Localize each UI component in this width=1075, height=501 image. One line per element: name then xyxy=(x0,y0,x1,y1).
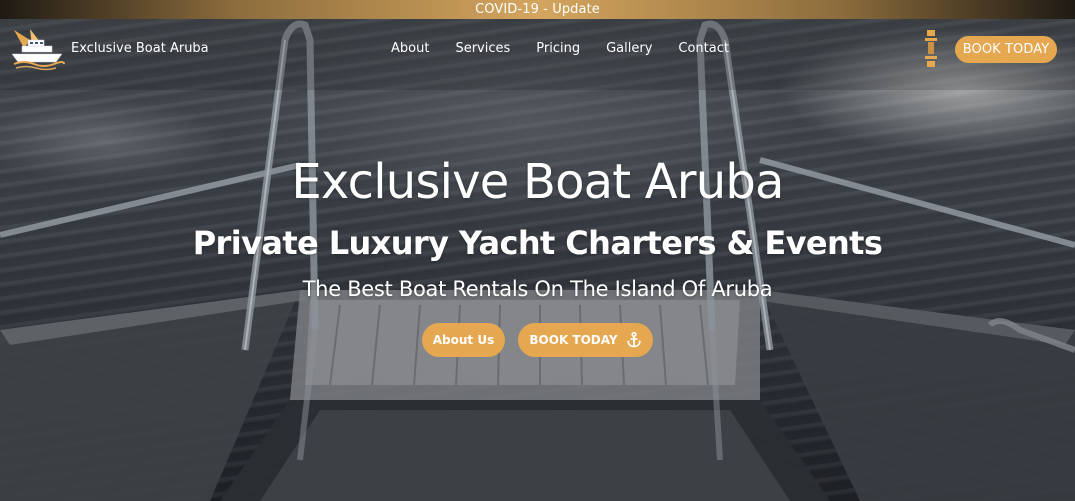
phone-icon[interactable] xyxy=(924,30,938,68)
hero-subtitle: Private Luxury Yacht Charters & Events xyxy=(192,224,883,262)
yacht-logo-icon[interactable] xyxy=(10,26,66,72)
nav-about[interactable]: About xyxy=(378,40,442,60)
nav-contact[interactable]: Contact xyxy=(665,40,742,60)
page: COVID-19 - Update Exclusive Boat Aruba A… xyxy=(0,0,1075,501)
nav-pricing[interactable]: Pricing xyxy=(523,40,593,60)
header-book-today-button[interactable]: BOOK TODAY xyxy=(955,36,1057,63)
covid-update-banner[interactable]: COVID-19 - Update xyxy=(0,0,1075,19)
nav-services[interactable]: Services xyxy=(442,40,523,60)
anchor-icon xyxy=(626,331,642,348)
about-us-label: About Us xyxy=(432,333,495,347)
main-nav: About Services Pricing Gallery Contact xyxy=(378,40,742,60)
hero-title: Exclusive Boat Aruba xyxy=(291,154,784,210)
hero-book-today-label: BOOK TODAY xyxy=(529,333,618,347)
nav-gallery[interactable]: Gallery xyxy=(593,40,665,60)
hero-tagline: The Best Boat Rentals On The Island Of A… xyxy=(302,277,773,301)
covid-update-link[interactable]: COVID-19 - Update xyxy=(475,2,600,17)
hero-book-today-button[interactable]: BOOK TODAY xyxy=(518,323,653,357)
about-us-button[interactable]: About Us xyxy=(422,323,505,357)
brand-name[interactable]: Exclusive Boat Aruba xyxy=(71,41,209,56)
